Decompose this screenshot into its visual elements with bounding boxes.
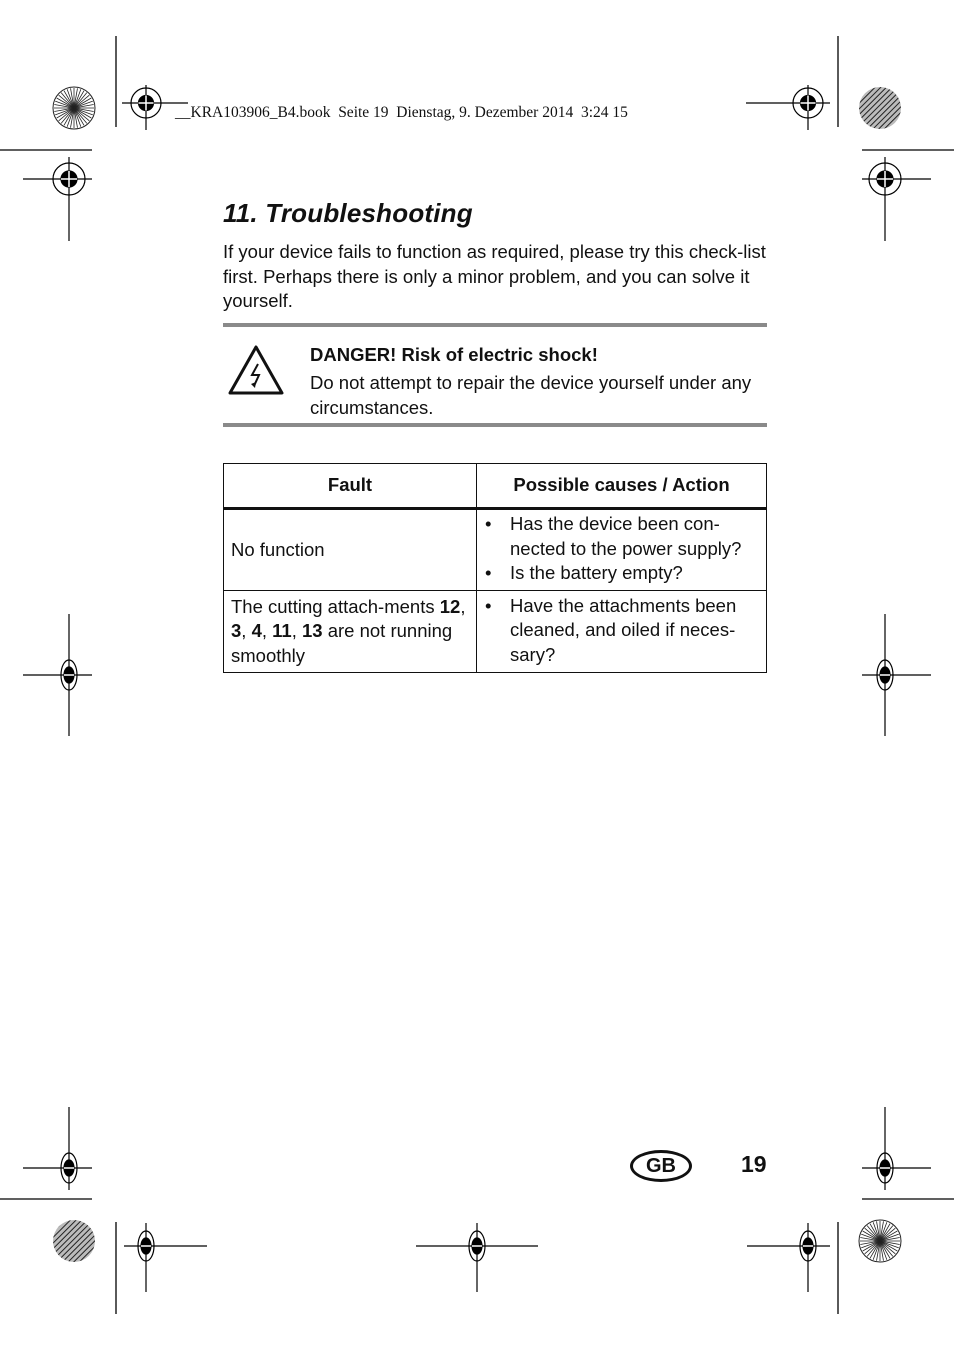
fault-cell: No function (223, 508, 477, 591)
part-number: 13 (302, 620, 323, 641)
registration-target-icon (862, 157, 931, 241)
registration-target-icon (23, 157, 92, 241)
printer-marks (0, 36, 954, 1314)
registration-target-icon (862, 1107, 931, 1190)
part-number: 12 (439, 595, 461, 617)
registration-target-icon (862, 614, 931, 736)
fault-text: are not running smoothly (231, 620, 453, 666)
starburst-test-disc-icon (858, 1219, 902, 1263)
danger-title: DANGER! Risk of electric shock! (310, 344, 598, 365)
registration-target-icon (416, 1223, 538, 1292)
section-heading: 11. Troubleshooting (223, 198, 473, 228)
registration-target-icon (124, 1223, 207, 1292)
action-cell: Has the device been con-nected to the po… (476, 508, 767, 591)
starburst-test-disc-icon (52, 86, 96, 130)
electric-shock-warning-icon (228, 345, 284, 395)
fault-cell: The cutting attach-ments 12, 3, 4, 11, 1… (223, 589, 477, 673)
table-header-row: Fault Possible causes / Action (223, 463, 767, 510)
page-number: 19 (741, 1151, 767, 1177)
table-row: The cutting attach-ments 12, 3, 4, 11, 1… (223, 589, 767, 673)
danger-text: Do not attempt to repair the device your… (310, 372, 752, 418)
registration-target-icon (23, 614, 92, 736)
registration-target-icon (747, 1223, 830, 1292)
action-cell: Have the attachments been cleaned, and o… (476, 589, 767, 673)
print-slug: __KRA103906_B4.book Seite 19 Dienstag, 9… (175, 104, 628, 121)
table-row: No function Has the device been con-nect… (223, 508, 767, 591)
part-number: 11 (272, 620, 292, 641)
registration-target-icon (746, 85, 830, 130)
intro-paragraph: If your device fails to function as requ… (223, 241, 766, 311)
action-item: Has the device been con-nected to the po… (483, 512, 762, 561)
action-item: Is the battery empty? (483, 561, 762, 586)
column-header-fault: Fault (223, 463, 477, 510)
registration-target-icon (23, 1107, 92, 1190)
fault-text: The cutting attach-ments (231, 595, 435, 617)
language-badge: GB (630, 1150, 692, 1182)
part-number: 3 (231, 620, 242, 641)
moire-test-disc-icon (859, 87, 901, 129)
action-item: Have the attachments been cleaned, and o… (483, 594, 762, 668)
danger-notice: DANGER! Risk of electric shock! Do not a… (223, 323, 767, 427)
troubleshooting-table: Fault Possible causes / Action No functi… (223, 463, 767, 673)
part-number: 4 (251, 620, 262, 641)
column-header-action: Possible causes / Action (476, 463, 767, 510)
moire-test-disc-icon (53, 1220, 95, 1262)
